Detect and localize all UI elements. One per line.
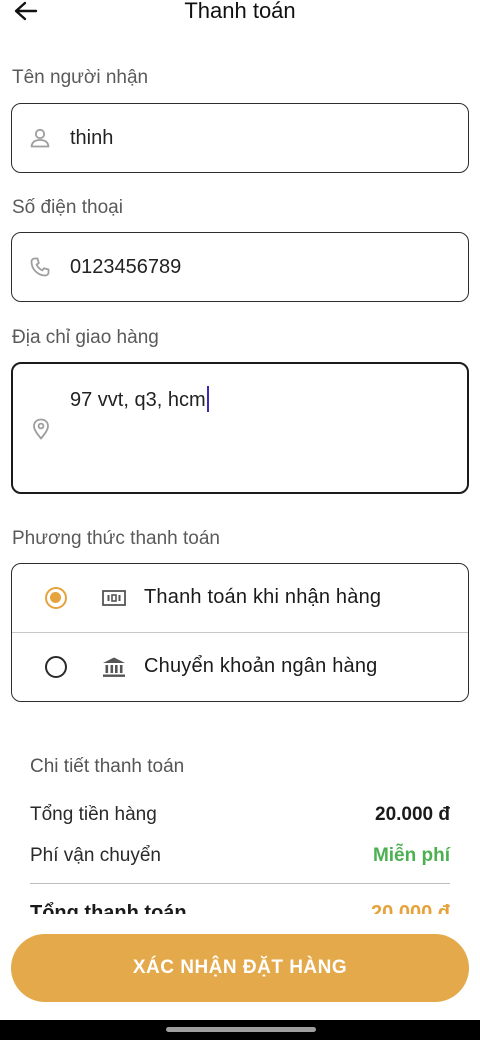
address-label: Địa chỉ giao hàng — [12, 327, 159, 348]
summary-title: Chi tiết thanh toán — [30, 756, 185, 777]
bank-icon — [101, 655, 127, 679]
summary-row-shipping: Phí vận chuyển Miễn phí — [30, 845, 450, 869]
text-caret — [206, 386, 209, 412]
confirm-order-button[interactable]: XÁC NHẬN ĐẶT HÀNG — [11, 934, 469, 1002]
address-field[interactable]: 97 vvt, q3, hcm — [11, 362, 469, 494]
total-value: 20.000 đ — [371, 902, 450, 914]
address-value: 97 vvt, q3, hcm — [70, 389, 206, 411]
name-label: Tên người nhận — [12, 67, 149, 88]
location-pin-icon — [29, 417, 53, 441]
summary-value-free: Miễn phí — [372, 845, 450, 866]
app-bar: Thanh toán — [0, 0, 480, 26]
payment-label: Phương thức thanh toán — [12, 528, 220, 549]
payment-option-cod[interactable]: Thanh toán khi nhận hàng — [12, 564, 468, 632]
person-icon — [28, 126, 52, 150]
summary-divider — [30, 883, 450, 884]
payment-method-group: Thanh toán khi nhận hàng Chuyển khoản ng… — [11, 563, 469, 702]
cash-icon — [101, 586, 127, 610]
page-title: Thanh toán — [184, 0, 296, 23]
phone-label: Số điện thoại — [12, 197, 123, 218]
summary-row-subtotal: Tổng tiền hàng 20.000 đ — [30, 804, 450, 828]
radio-selected-icon[interactable] — [45, 587, 67, 609]
total-label: Tổng thanh toán — [30, 902, 187, 914]
phone-value: 0123456789 — [70, 256, 182, 278]
name-field[interactable]: thinh — [11, 103, 469, 173]
phone-field[interactable]: 0123456789 — [11, 232, 469, 302]
summary-total-clipped: Tổng thanh toán 20.000 đ — [0, 896, 480, 914]
summary-label: Phí vận chuyển — [30, 845, 161, 866]
payment-option-bank[interactable]: Chuyển khoản ngân hàng — [12, 633, 468, 701]
phone-icon — [28, 255, 52, 279]
home-indicator[interactable] — [166, 1027, 316, 1032]
payment-option-label: Chuyển khoản ngân hàng — [144, 655, 378, 677]
summary-value: 20.000 đ — [375, 804, 450, 825]
radio-unselected-icon[interactable] — [45, 656, 67, 678]
name-value: thinh — [70, 127, 114, 149]
system-nav-bar — [0, 1020, 480, 1040]
payment-option-label: Thanh toán khi nhận hàng — [144, 586, 382, 608]
summary-label: Tổng tiền hàng — [30, 804, 157, 825]
